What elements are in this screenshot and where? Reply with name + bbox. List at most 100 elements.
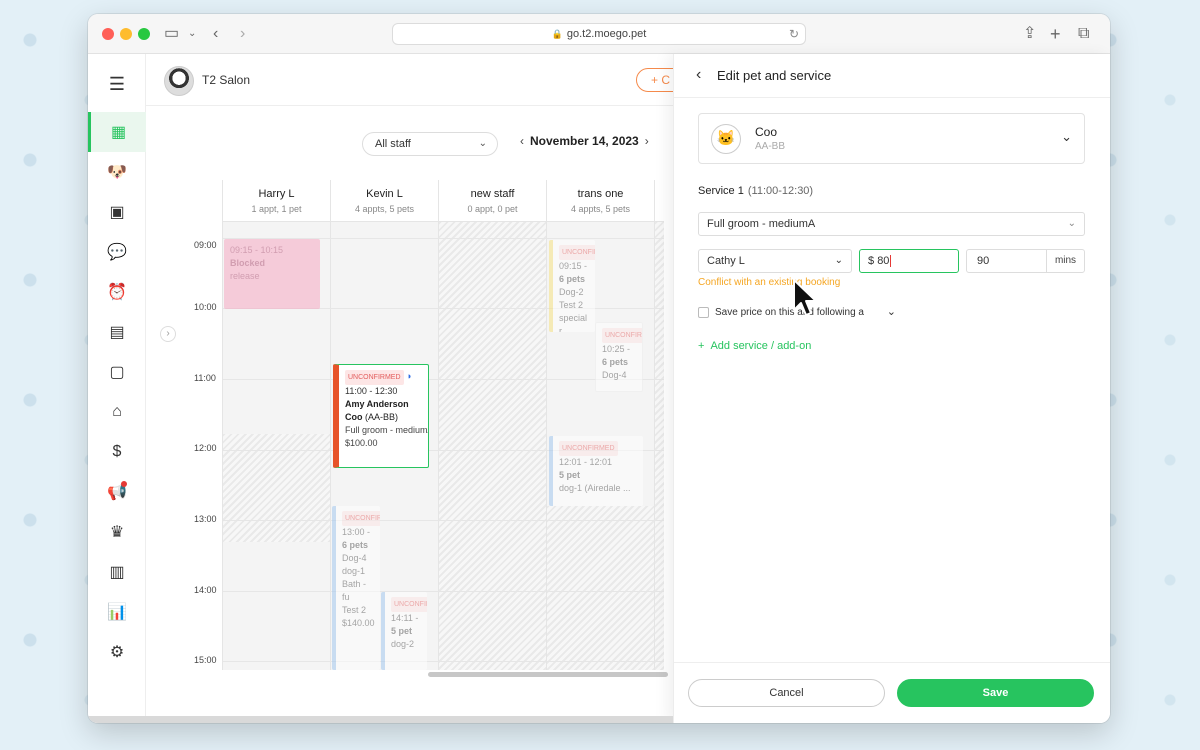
appointment-card[interactable]: UNCONFIRMED 09:15 - 6 pets Dog-2 Test 2 … (549, 240, 595, 332)
blocked-note: release (230, 271, 260, 281)
reload-icon[interactable]: ↻ (789, 24, 799, 44)
unavailable-block (547, 506, 654, 670)
appointment-time: 14:11 - (391, 613, 419, 623)
salon-avatar[interactable] (164, 66, 194, 96)
appointment-card[interactable]: UNCONFIRMED 10:25 - 6 pets Dog-4 (595, 322, 643, 392)
staff-column-header[interactable]: trans one 4 appts, 5 pets (547, 180, 655, 222)
bottom-scrollbar[interactable] (88, 716, 673, 723)
service-select[interactable]: Full groom - mediumA ⌄ (698, 212, 1085, 236)
panel-footer: Cancel Save (674, 662, 1110, 723)
staff-filter-value: All staff (375, 138, 411, 150)
staff-select[interactable]: Cathy L ⌄ (698, 249, 852, 273)
pet-name: Dog-4 (602, 370, 627, 380)
share-icon[interactable]: ⇪ (1023, 24, 1036, 44)
chevron-down-icon[interactable]: ⌄ (1061, 129, 1072, 145)
appointment-time: 13:00 - (342, 527, 371, 537)
staff-summary: 4 appts, 5 pets (570, 204, 631, 214)
insights-nav-icon[interactable]: 📊 (88, 592, 146, 632)
currency-symbol: $ (868, 255, 875, 267)
close-window-button[interactable] (102, 28, 114, 40)
tag-nav-icon[interactable]: ⌂ (88, 392, 146, 432)
status-badge: UNCONFIRMED (391, 597, 427, 612)
hour-label: 11:00 (194, 373, 216, 383)
maximize-window-button[interactable] (138, 28, 150, 40)
staff-column-header[interactable]: Kevin L 4 appts, 5 pets (331, 180, 439, 222)
membership-nav-icon[interactable]: ♛ (88, 512, 146, 552)
reports-nav-icon[interactable]: ▥ (88, 552, 146, 592)
staff-summary: 0 appt, 0 pet (467, 204, 518, 214)
calendar-grid: Harry L 1 appt, 1 pet Kevin L 4 appts, 5… (222, 180, 664, 670)
app-header: T2 Salon + C (146, 54, 706, 106)
browser-toolbar: ▭ ⌄ ‹ › 🔒 go.t2.moego.pet ↻ ⇪ + ⧉ (88, 14, 1110, 54)
panel-title: Edit pet and service (717, 68, 832, 83)
lock-icon: 🔒 (551, 29, 563, 39)
half-circle-icon: ◑ (406, 371, 412, 381)
prev-day-icon[interactable]: ‹ (520, 134, 524, 148)
save-price-checkbox[interactable] (698, 306, 709, 318)
service-number: Service 1 (698, 185, 744, 197)
duration-value: 90 (977, 255, 990, 267)
appointment-note: special r (559, 313, 588, 332)
price-value: 80 (877, 255, 890, 267)
hour-label: 12:00 (194, 443, 217, 453)
staff-column-header[interactable]: Harry L 1 appt, 1 pet (223, 180, 331, 222)
chevron-down-icon[interactable]: ⌄ (188, 24, 196, 44)
date-navigator: ‹ November 14, 2023 › (514, 134, 655, 148)
chevron-down-icon[interactable]: ⌄ (887, 306, 896, 318)
staff-filter-select[interactable]: All staff ⌄ (362, 132, 498, 156)
pet-selector[interactable]: 🐱 Coo AA-BB ⌄ (698, 113, 1085, 164)
chat-nav-icon[interactable]: 💬 (88, 232, 146, 272)
expand-panel-icon[interactable]: › (160, 326, 176, 342)
appointment-card-selected[interactable]: UNCONFIRMED ◑ 11:00 - 12:30 Amy Anderson… (333, 364, 429, 468)
pet-count: 5 pet (391, 626, 413, 636)
service-heading: Service 1 (11:00-12:30) (698, 185, 813, 197)
conflict-warning: Conflict with an existing booking (698, 277, 841, 288)
alarm-nav-icon[interactable]: ⏰ (88, 272, 146, 312)
address-bar[interactable]: 🔒 go.t2.moego.pet ↻ (392, 23, 806, 45)
price-input[interactable]: $ 80 (859, 249, 959, 273)
minimize-window-button[interactable] (120, 28, 132, 40)
current-date[interactable]: November 14, 2023 (530, 134, 639, 148)
marketing-nav-icon[interactable]: 📢 (88, 472, 146, 512)
duration-input[interactable]: 90 mins (966, 249, 1085, 273)
blocked-time-card[interactable]: 09:15 - 10:15 Blocked release (224, 239, 320, 309)
hour-label: 14:00 (194, 585, 217, 595)
cancel-button[interactable]: Cancel (688, 679, 885, 707)
staff-name: trans one (577, 188, 624, 200)
chevron-down-icon: ⌄ (478, 138, 487, 149)
staff-name: Kevin L (366, 188, 403, 200)
calendar-nav-icon[interactable]: ▦ (88, 112, 146, 152)
save-button[interactable]: Save (897, 679, 1094, 707)
appointment-time: 12:01 - 12:01 (559, 457, 613, 467)
hour-line (223, 520, 664, 521)
menu-icon[interactable]: ☰ (88, 64, 146, 104)
appointment-card[interactable]: UNCONFIRMED 13:00 - 6 pets Dog-4 dog-1 B… (332, 506, 380, 670)
pet-name: dog-1 (Airedale ... (559, 483, 631, 493)
staff-column-header[interactable]: new staff 0 appt, 0 pet (439, 180, 547, 222)
edit-pet-service-panel: ‹ Edit pet and service 🐱 Coo AA-BB ⌄ Ser… (673, 54, 1110, 723)
forward-nav-icon[interactable]: › (240, 24, 245, 44)
back-arrow-icon[interactable]: ‹ (696, 66, 701, 84)
appointment-card[interactable]: UNCONFIRMED 14:11 - 5 pet dog-2 (381, 592, 427, 670)
staff-name: new staff (470, 188, 515, 200)
next-day-icon[interactable]: › (645, 134, 649, 148)
horizontal-scrollbar[interactable] (428, 672, 668, 677)
grooming-nav-icon[interactable]: ▣ (88, 192, 146, 232)
appointment-card[interactable]: UNCONFIRMED 12:01 - 12:01 5 pet dog-1 (A… (549, 436, 643, 506)
pet-name: Coo (345, 412, 363, 422)
payments-nav-icon[interactable]: $ (88, 432, 146, 472)
status-badge: UNCONFIRMED (559, 441, 618, 456)
unavailable-block (655, 222, 664, 670)
settings-nav-icon[interactable]: ⚙ (88, 632, 146, 672)
client-nav-icon[interactable]: ▢ (88, 352, 146, 392)
add-service-link[interactable]: + Add service / add-on (698, 340, 811, 352)
pet-count: 6 pets (342, 540, 369, 550)
status-badge: UNCONFIRMED (342, 511, 380, 526)
back-nav-icon[interactable]: ‹ (213, 24, 218, 44)
schedule-nav-icon[interactable]: ▤ (88, 312, 146, 352)
new-tab-icon[interactable]: + (1050, 24, 1061, 44)
tab-overview-icon[interactable]: ⧉ (1078, 24, 1089, 44)
sidebar-toggle-icon[interactable]: ▭ (164, 24, 179, 44)
pets-nav-icon[interactable]: 🐶 (88, 152, 146, 192)
staff-column[interactable] (439, 222, 547, 670)
